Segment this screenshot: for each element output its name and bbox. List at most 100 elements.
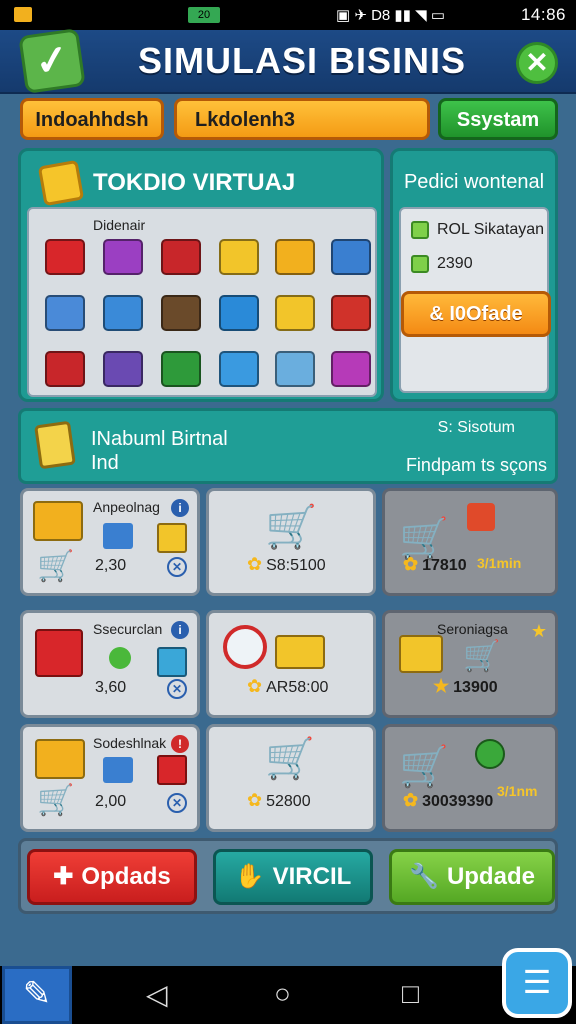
item-purple-box-icon[interactable]	[103, 239, 143, 275]
card-time-label: 3/1min	[477, 555, 522, 571]
alert-icon[interactable]: !	[171, 735, 189, 753]
item-gift-icon[interactable]	[161, 239, 201, 275]
card-price-value: 17810	[422, 557, 467, 574]
back-icon[interactable]: ◁	[146, 978, 168, 1011]
card-value: 3,60	[95, 679, 127, 696]
cart-icon	[103, 757, 133, 783]
coin-icon: ★	[433, 676, 450, 696]
card-price: ✿ 17810	[403, 554, 467, 575]
card-price-value: 13900	[453, 679, 498, 696]
card-price-value: 52800	[266, 793, 311, 810]
home-icon[interactable]: ○	[274, 978, 291, 1010]
item-fruit-basket-icon[interactable]	[219, 295, 259, 331]
side-row: 2390	[411, 255, 473, 273]
timer-icon: ✕	[167, 679, 187, 699]
item-violet-box-icon[interactable]	[103, 351, 143, 387]
tab-1[interactable]: Indoahhdsh	[20, 98, 164, 140]
close-button[interactable]: ✕	[516, 42, 558, 84]
card-product[interactable]: Ssecurclan i 3,60 ✕	[20, 610, 200, 718]
banner-system-label: S: Sisotum	[437, 419, 515, 436]
item-yellow-box-icon[interactable]	[219, 239, 259, 275]
item-crate-icon[interactable]	[275, 239, 315, 275]
action-bar: ✚ Opdads ✋ VIRCIL 🔧 Updade	[18, 838, 558, 914]
menu-icon[interactable]: ☰	[502, 948, 572, 1018]
basket-icon	[399, 635, 443, 673]
updates-button[interactable]: ✚ Opdads	[27, 849, 197, 905]
status-bar: 20 ▣ ✈ D8 ▮▮ ◥ ▭ 14:86	[0, 0, 576, 30]
title-bar: ✓ SIMULASI BISINIS ✕	[0, 28, 576, 94]
green-check-icon	[411, 221, 429, 239]
magnifier-icon	[223, 625, 267, 669]
timer-icon: ✕	[167, 557, 187, 577]
button-label: Updade	[446, 863, 535, 890]
card-product[interactable]: Sodeshlnak ! 🛒 2,00 ✕	[20, 724, 200, 832]
side-row-value: 2390	[437, 255, 473, 273]
hand-icon: ✋	[234, 863, 265, 890]
green-check-icon	[411, 255, 429, 273]
item-red-gift-icon[interactable]	[45, 351, 85, 387]
card-product[interactable]: Anpeolnag i 🛒 2,30 ✕	[20, 488, 200, 596]
product-box-icon	[34, 420, 76, 470]
coin-icon: ✿	[247, 790, 263, 810]
cart-icon	[103, 523, 133, 549]
red-box-icon	[157, 755, 187, 785]
banner-title: INabuml Birtnal Ind	[91, 427, 228, 475]
card-price: ✿ 30039390	[403, 790, 493, 811]
card-product[interactable]: 🛒 3/1min ✿ 17810	[382, 488, 558, 596]
update-button[interactable]: 🔧 Updade	[389, 849, 555, 905]
shopping-cart-icon: 🛒	[37, 550, 75, 583]
tab-system[interactable]: Ssystam	[438, 98, 558, 140]
app-notification-icon: 20	[188, 7, 220, 23]
item-light-blue-box-icon[interactable]	[219, 351, 259, 387]
card-product[interactable]: ✿ AR58:00	[206, 610, 376, 718]
info-icon[interactable]: i	[171, 621, 189, 639]
item-scanner-icon[interactable]	[45, 295, 85, 331]
banner-subtitle: Findpam ts sçons	[405, 455, 547, 475]
gift-icon: ✚	[53, 863, 74, 890]
tab-2[interactable]: Lkdolenh3	[174, 98, 430, 140]
star-icon: ★	[530, 621, 547, 641]
item-blue-stack-icon[interactable]	[331, 239, 371, 275]
item-blue-box-icon[interactable]	[103, 295, 143, 331]
card-label: Sodeshlnak	[93, 735, 167, 751]
button-label: Opdads	[81, 863, 171, 890]
card-product[interactable]: 🛒 ✿ 52800	[206, 724, 376, 832]
card-label: Ssecurclan	[93, 621, 163, 637]
basket-icon	[275, 635, 325, 669]
card-time-label: 3/1nm	[497, 783, 538, 799]
network-label: D8	[371, 7, 391, 24]
item-register-icon[interactable]	[45, 239, 85, 275]
shopping-cart-icon: 🛒	[265, 503, 318, 550]
notification-icon	[14, 7, 32, 22]
store-inventory-grid: Didenair	[27, 207, 377, 397]
item-gold-box-icon[interactable]	[275, 295, 315, 331]
package-icon	[33, 501, 83, 541]
share-icon[interactable]: ✎	[2, 966, 72, 1024]
item-magenta-box-icon[interactable]	[331, 351, 371, 387]
item-green-box-icon[interactable]	[161, 351, 201, 387]
item-red-box-icon[interactable]	[331, 295, 371, 331]
virtual-button[interactable]: ✋ VIRCIL	[213, 849, 373, 905]
banner-title-line1: INabuml Birtnal	[91, 428, 228, 450]
gift-box-icon	[35, 629, 83, 677]
item-cash-icon[interactable]	[161, 295, 201, 331]
card-value: 2,30	[95, 557, 127, 574]
blue-box-icon	[157, 647, 187, 677]
card-label: Seroniagsa	[437, 621, 508, 637]
card-product[interactable]: 🛒 3/1nm ✿ 30039390	[382, 724, 558, 832]
status-icons: ▣ ✈ D8 ▮▮ ◥ ▭	[336, 7, 445, 24]
racket-icon	[109, 647, 131, 669]
side-panel-title: Pedici wontenal	[403, 171, 545, 193]
card-price-value: 30039390	[422, 793, 494, 810]
shopping-cart-icon: 🛒	[399, 745, 449, 789]
card-price: ✿ S8:5100	[247, 554, 326, 575]
side-row-label: ROL Sikatayan	[437, 221, 545, 239]
card-product[interactable]: Seroniagsa ★ 🛒 ★ 13900	[382, 610, 558, 718]
recents-icon[interactable]: □	[402, 978, 419, 1010]
card-label: Anpeolnag	[93, 499, 160, 515]
card-product[interactable]: 🛒 ✿ S8:5100	[206, 488, 376, 596]
item-container-icon[interactable]	[275, 351, 315, 387]
info-icon[interactable]: i	[171, 499, 189, 517]
timer-icon: ✕	[167, 793, 187, 813]
upgrade-button[interactable]: & I0Ofade	[401, 291, 551, 337]
